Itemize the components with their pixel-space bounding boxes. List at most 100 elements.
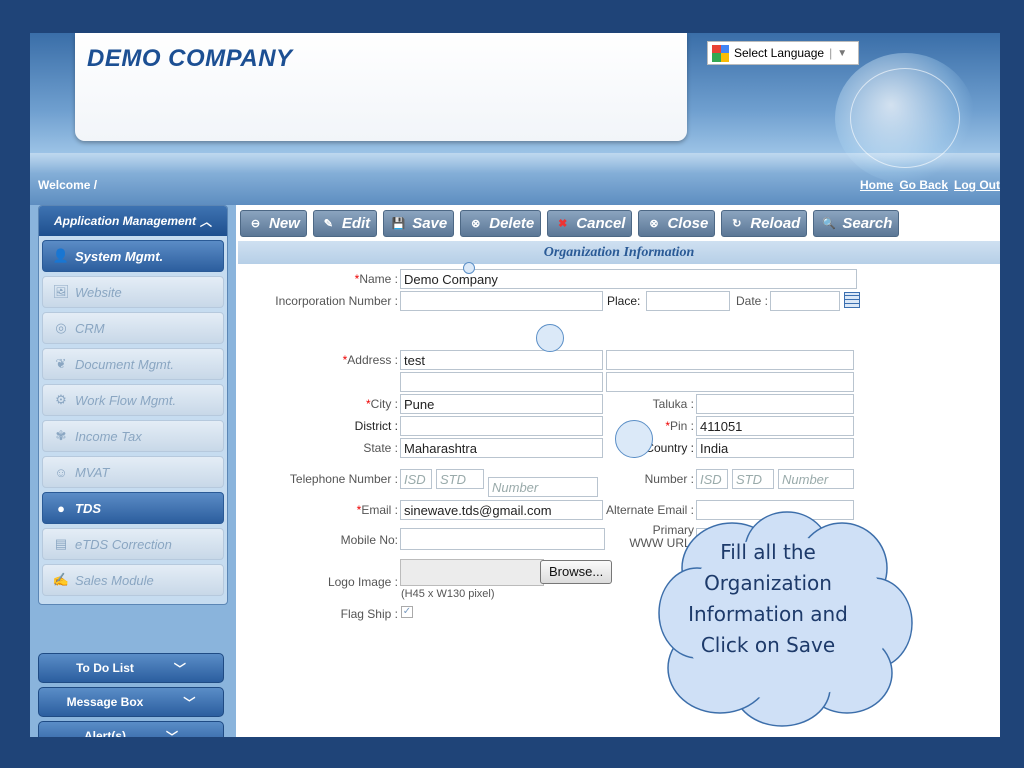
delete-button[interactable]: ⊗ Delete	[460, 209, 542, 237]
fax-number-field[interactable]: Number	[778, 469, 854, 489]
alerts-panel[interactable]: Alert(s) ﹀	[38, 721, 224, 737]
fax-std-field[interactable]: STD	[732, 469, 774, 489]
cancel-button[interactable]: ✖ Cancel	[547, 209, 633, 237]
reload-button[interactable]: ↻ Reload	[721, 209, 808, 237]
district-field[interactable]	[400, 416, 603, 436]
close-icon: ⊗	[649, 217, 659, 230]
cursor-marker	[463, 262, 475, 274]
go-back-link[interactable]: Go Back	[899, 178, 948, 192]
sidebar-item-label: Website	[75, 284, 122, 300]
mobile-label: Mobile No:	[340, 533, 398, 547]
cancel-button-label: Cancel	[576, 214, 626, 232]
calendar-icon[interactable]	[844, 292, 860, 308]
country-field[interactable]: India	[696, 438, 854, 458]
top-links: Home Go Back Log Out	[860, 178, 1000, 192]
address-line-3[interactable]	[606, 350, 854, 370]
tds-icon: ●	[57, 500, 65, 516]
workflow-icon: ⚙	[55, 392, 67, 407]
city-field[interactable]: Pune	[400, 394, 603, 414]
place-label: Place:	[607, 294, 641, 308]
date-field[interactable]	[770, 291, 840, 311]
fax-isd-field[interactable]: ISD	[696, 469, 728, 489]
telephone-number-field[interactable]: Number	[488, 477, 598, 497]
address-line-2[interactable]	[400, 372, 603, 392]
logo-file-field[interactable]	[400, 559, 544, 586]
crm-icon: ◎	[55, 320, 67, 335]
save-button-label: Save	[412, 214, 448, 232]
panel-label: To Do List	[76, 661, 134, 675]
form-title: Organization Information	[238, 241, 1000, 264]
logo-box: DEMO COMPANY	[75, 33, 687, 141]
search-button-label: Search	[842, 214, 893, 232]
search-button[interactable]: 🔍 Search	[813, 209, 900, 237]
sidebar-item-label: eTDS Correction	[75, 536, 172, 552]
name-label: *Name :	[354, 272, 398, 286]
place-field[interactable]	[646, 291, 730, 311]
sidebar-item-income-tax[interactable]: ✾ Income Tax	[42, 420, 224, 452]
pin-field[interactable]: 411051	[696, 416, 854, 436]
city-label: *City :	[365, 397, 398, 411]
sidebar-item-website[interactable]: 🖼 Website	[42, 276, 224, 308]
sidebar-item-mvat[interactable]: ☺ MVAT	[42, 456, 224, 488]
edit-button[interactable]: ✎ Edit	[312, 209, 378, 237]
edit-icon: ✎	[323, 217, 333, 230]
website-icon: 🖼	[52, 284, 70, 299]
message-box-panel[interactable]: Message Box ﹀	[38, 687, 224, 717]
sidebar-item-etds-correction[interactable]: ▤ eTDS Correction	[42, 528, 224, 560]
telephone-label: Telephone Number :	[289, 472, 398, 486]
sidebar-item-label: Income Tax	[75, 428, 142, 444]
language-selector[interactable]: Select Language | ▼	[707, 41, 859, 65]
company-name: DEMO COMPANY	[87, 45, 293, 72]
application-management-panel: Application Management ︿ 👤 System Mgmt. …	[38, 205, 228, 605]
taluka-field[interactable]	[696, 394, 854, 414]
to-do-list-panel[interactable]: To Do List ﹀	[38, 653, 224, 683]
flag-ship-checkbox[interactable]: ✓	[401, 606, 413, 618]
address-line-4[interactable]	[606, 372, 854, 392]
globe-graphic	[835, 53, 975, 183]
panel-label: Message Box	[66, 695, 144, 709]
telephone-std-field[interactable]: STD	[436, 469, 484, 489]
sidebar-item-label: Sales Module	[75, 572, 154, 588]
sidebar-item-label: CRM	[75, 320, 105, 336]
email-field[interactable]: sinewave.tds@gmail.com	[400, 500, 603, 520]
sidebar-item-sales-module[interactable]: ✍ Sales Module	[42, 564, 224, 596]
state-label: State :	[363, 441, 398, 455]
sidebar-item-label: Work Flow Mgmt.	[75, 392, 177, 408]
chevron-down-icon: ﹀	[183, 695, 196, 710]
state-field[interactable]: Maharashtra	[400, 438, 603, 458]
close-button[interactable]: ⊗ Close	[638, 209, 716, 237]
highlight-circle	[615, 420, 653, 458]
taluka-label: Taluka :	[652, 397, 694, 411]
toolbar: ⊖ New ✎ Edit 💾 Save ⊗ Delete ✖ Cancel ⊗ Close …	[238, 205, 1000, 241]
sidebar: Application Management ︿ 👤 System Mgmt. …	[30, 205, 236, 737]
address-label: *Address :	[342, 353, 398, 367]
incorporation-label: Incorporation Number :	[275, 294, 398, 308]
sidebar-item-crm[interactable]: ◎ CRM	[42, 312, 224, 344]
sidebar-item-tds[interactable]: ● TDS	[42, 492, 224, 524]
separator: |	[829, 46, 833, 60]
application-management-title: Application Management	[53, 214, 196, 228]
save-button[interactable]: 💾 Save	[383, 209, 455, 237]
chevron-down-icon: ﹀	[173, 661, 186, 676]
date-label: Date :	[735, 294, 768, 308]
address-line-1[interactable]: test	[400, 350, 603, 370]
sidebar-item-system-mgmt[interactable]: 👤 System Mgmt.	[42, 240, 224, 272]
log-out-link[interactable]: Log Out	[954, 178, 1000, 192]
incorporation-field[interactable]	[400, 291, 603, 311]
mobile-field[interactable]	[400, 528, 605, 550]
home-link[interactable]: Home	[860, 178, 893, 192]
etds-icon: ▤	[54, 536, 68, 551]
new-button[interactable]: ⊖ New	[240, 209, 307, 237]
sidebar-item-document-mgmt[interactable]: ❦ Document Mgmt.	[42, 348, 224, 380]
google-icon	[712, 44, 729, 62]
flag-ship-label: Flag Ship :	[340, 607, 398, 621]
email-label: *Email :	[356, 503, 398, 517]
application-management-header[interactable]: Application Management ︿	[39, 206, 227, 236]
sidebar-item-work-flow-mgmt[interactable]: ⚙ Work Flow Mgmt.	[42, 384, 224, 416]
cancel-icon: ✖	[558, 217, 568, 230]
callout-text: Fill all the Organization Information an…	[688, 540, 848, 657]
telephone-isd-field[interactable]: ISD	[400, 469, 432, 489]
document-icon: ❦	[55, 356, 67, 371]
browse-button[interactable]: Browse...	[540, 560, 613, 584]
chevron-down-icon: ﹀	[166, 729, 179, 738]
